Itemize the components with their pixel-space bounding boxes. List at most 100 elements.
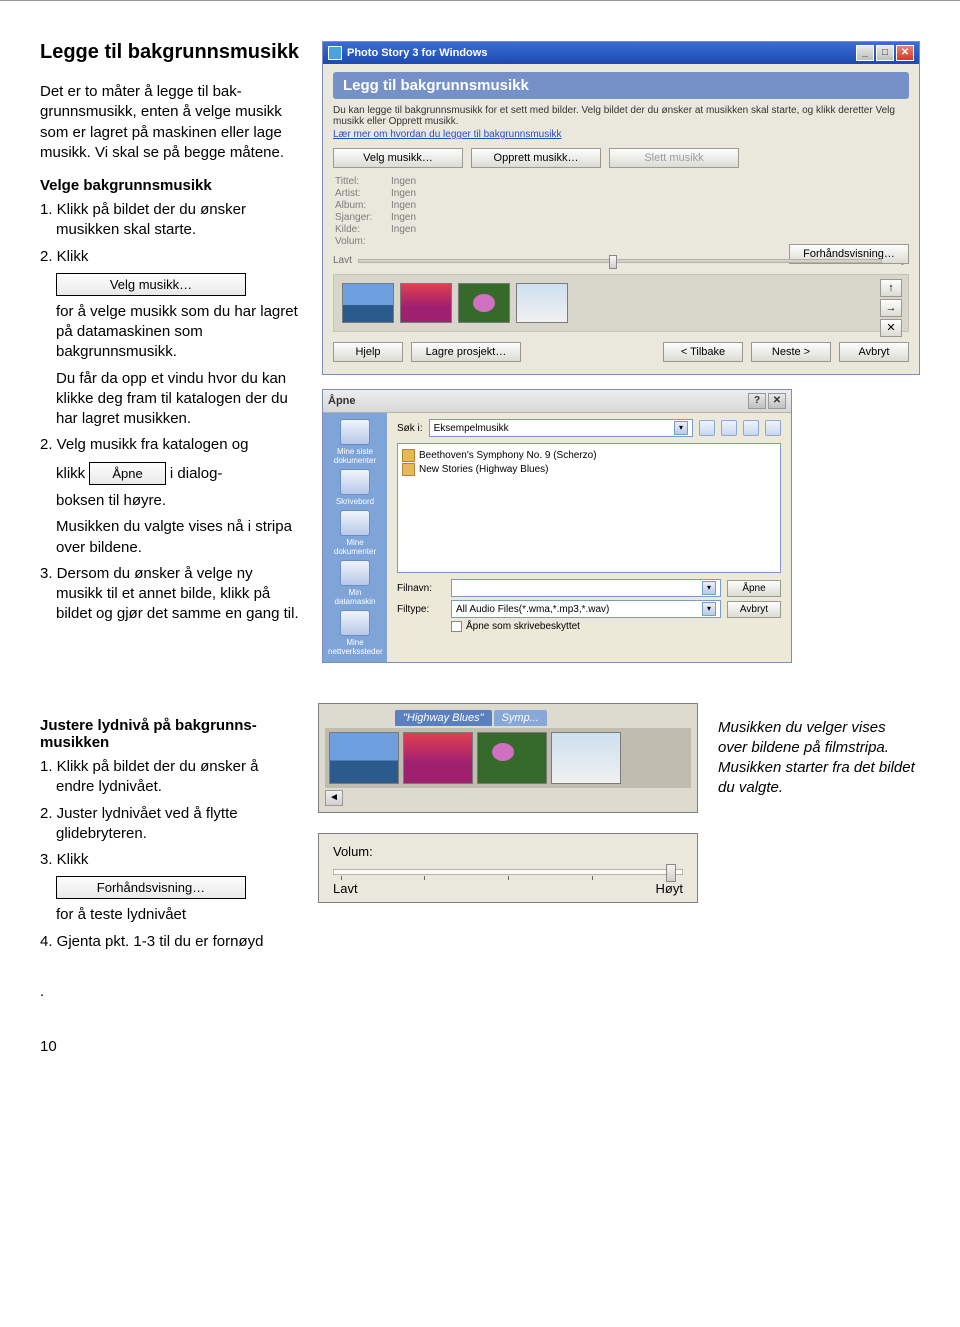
places-bar: Mine siste dokumenter Skrivebord Mine do… <box>323 413 387 662</box>
audio-file-icon <box>402 449 415 462</box>
j-step-1: 1. Klikk på bildet der du ønsker å endre… <box>40 757 300 798</box>
music-metadata: Tittel:Ingen Artist:Ingen Album:Ingen Sj… <box>335 176 909 247</box>
step-2-desc: for å velge musikk som du har lagret på … <box>40 302 300 363</box>
up-icon[interactable] <box>721 420 737 436</box>
step-2-desc2: Du får da opp et vindu hvor du kan klikk… <box>40 369 300 430</box>
step-2v-c: boksen til høyre. <box>40 491 300 511</box>
thumb-1[interactable] <box>342 283 394 323</box>
heading: Legge til bakgrunnsmusikk <box>40 41 300 64</box>
fs-thumb-3[interactable] <box>477 732 547 784</box>
cancel-button[interactable]: Avbryt <box>839 342 909 362</box>
readonly-label: Åpne som skrivebeskyttet <box>466 621 580 632</box>
filename-input[interactable]: ▾ <box>451 579 721 597</box>
thumb-3[interactable] <box>458 283 510 323</box>
remove-button[interactable]: ✕ <box>880 319 902 337</box>
j-step-2: 2. Juster lydnivået ved å flytte glidebr… <box>40 804 300 845</box>
newfolder-icon[interactable] <box>743 420 759 436</box>
next-button[interactable]: Neste > <box>751 342 831 362</box>
filetype-combo[interactable]: All Audio Files(*.wma,*.mp3,*.wav)▾ <box>451 600 721 618</box>
track-symph[interactable]: Symp... <box>494 710 547 726</box>
dialog-cancel-button[interactable]: Avbryt <box>727 601 781 618</box>
dialog-suffix: i dialog- <box>170 464 223 481</box>
volume-slider-large[interactable] <box>333 869 683 875</box>
thumb-2[interactable] <box>400 283 452 323</box>
place-mycomputer[interactable]: Min datamaskin <box>328 560 382 606</box>
dialog-titlebar: Åpne ? ✕ <box>323 390 791 413</box>
minimize-button[interactable]: _ <box>856 45 874 61</box>
adjust-volume-column: Justere lydnivå på bakgrunns­musikken 1.… <box>40 703 300 1008</box>
dialog-close-button[interactable]: ✕ <box>768 393 786 409</box>
step-3: 3. Dersom du ønsker å velge ny musikk ti… <box>40 564 300 625</box>
lookin-combo[interactable]: Eksempelmusikk ▾ <box>429 419 693 437</box>
opprett-musikk-button[interactable]: Opprett musikk… <box>471 148 601 168</box>
volume-label: Volum: <box>333 844 683 859</box>
fs-thumb-1[interactable] <box>329 732 399 784</box>
window-title: Photo Story 3 for Windows <box>347 47 487 59</box>
help-button[interactable]: Hjelp <box>333 342 403 362</box>
forhandsvisning-inline-button[interactable]: Forhåndsvisning… <box>56 876 246 899</box>
velg-musikk-xp-button[interactable]: Velg musikk… <box>333 148 463 168</box>
klikk-label: klikk <box>56 464 85 481</box>
back-icon[interactable] <box>699 420 715 436</box>
step-2-velg: 2. Velg musikk fra katalogen og <box>40 435 300 455</box>
j-step-4: 4. Gjenta pkt. 1-3 til du er fornøyd <box>40 932 300 952</box>
step-2v-d: Musikken du valgte vises nå i stripa ove… <box>40 517 300 558</box>
panel-desc: Du kan legge til bakgrunnsmusikk for et … <box>333 105 909 127</box>
open-button[interactable]: Åpne <box>727 580 781 597</box>
apne-button[interactable]: Åpne <box>89 462 165 486</box>
folder-name: Eksempelmusikk <box>434 423 509 434</box>
trailing-dot: . <box>40 982 300 1002</box>
close-button[interactable]: ✕ <box>896 45 914 61</box>
move-up-button[interactable]: ↑ <box>880 279 902 297</box>
filmstrip: ↑ → ✕ <box>333 274 909 332</box>
slett-musikk-button: Slett musikk <box>609 148 739 168</box>
back-button[interactable]: < Tilbake <box>663 342 743 362</box>
subheading-velge: Velge bakgrunnsmusikk <box>40 177 300 194</box>
j-step-3b: for å teste lydnivået <box>40 905 300 925</box>
vol-high: Høyt <box>656 881 683 896</box>
volume-thumb[interactable] <box>666 864 676 882</box>
readonly-checkbox[interactable] <box>451 621 462 632</box>
page-number: 10 <box>40 1038 920 1055</box>
file-item-2[interactable]: New Stories (Highway Blues) <box>402 463 776 476</box>
fs-thumb-2[interactable] <box>403 732 473 784</box>
move-right-button[interactable]: → <box>880 299 902 317</box>
track-highway-blues[interactable]: "Highway Blues" <box>395 710 492 726</box>
dialog-title: Åpne <box>328 395 356 407</box>
j-step-3: 3. Klikk <box>40 850 300 870</box>
save-project-button[interactable]: Lagre prosjekt… <box>411 342 521 362</box>
maximize-button[interactable]: □ <box>876 45 894 61</box>
place-mydocs[interactable]: Mine dokumenter <box>328 510 382 556</box>
fs-thumb-4[interactable] <box>551 732 621 784</box>
dialog-help-button[interactable]: ? <box>748 393 766 409</box>
filename-label: Filnavn: <box>397 583 445 594</box>
help-link[interactable]: Lær mer om hvordan du legger til bakgrun… <box>333 129 909 140</box>
open-dialog: Åpne ? ✕ Mine siste dokumenter Skrivebor… <box>322 389 792 663</box>
file-item-1[interactable]: Beethoven's Symphony No. 9 (Scherzo) <box>402 449 776 462</box>
file-list[interactable]: Beethoven's Symphony No. 9 (Scherzo) New… <box>397 443 781 573</box>
filmstrip-caption: Musikken du velger vises over bildene på… <box>718 718 918 799</box>
panel-heading: Legg til bakgrunnsmusikk <box>333 72 909 99</box>
screenshots-column: Photo Story 3 for Windows _ □ ✕ Legg til… <box>322 41 920 663</box>
velg-musikk-button[interactable]: Velg musikk… <box>56 273 246 296</box>
step-2v-line: klikk Åpne i dialog- <box>40 462 300 486</box>
audio-file-icon <box>402 463 415 476</box>
step-1: 1. Klikk på bildet der du ønsker musikke… <box>40 200 300 241</box>
intro-text: Det er to måter å legge til bak­grunnsmu… <box>40 82 300 163</box>
instructions-column: Legge til bakgrunnsmusikk Det er to måte… <box>40 41 300 663</box>
thumb-4[interactable] <box>516 283 568 323</box>
volume-slider[interactable] <box>358 259 882 263</box>
place-desktop[interactable]: Skrivebord <box>328 469 382 506</box>
window-titlebar: Photo Story 3 for Windows _ □ ✕ <box>323 42 919 64</box>
views-icon[interactable] <box>765 420 781 436</box>
subheading-justere: Justere lydnivå på bakgrunns­musikken <box>40 717 300 751</box>
place-recent[interactable]: Mine siste dokumenter <box>328 419 382 465</box>
place-network[interactable]: Mine nettverkssteder <box>328 610 382 656</box>
step-2-klikk: 2. Klikk <box>40 247 300 267</box>
photostory-window: Photo Story 3 for Windows _ □ ✕ Legg til… <box>322 41 920 375</box>
lookin-label: Søk i: <box>397 423 423 434</box>
vol-low: Lavt <box>333 881 358 896</box>
filmstrip-highlight: "Highway Blues" Symp... ◄ <box>318 703 698 813</box>
volume-box: Volum: Lavt Høyt <box>318 833 698 903</box>
scroll-left-button[interactable]: ◄ <box>325 790 343 806</box>
